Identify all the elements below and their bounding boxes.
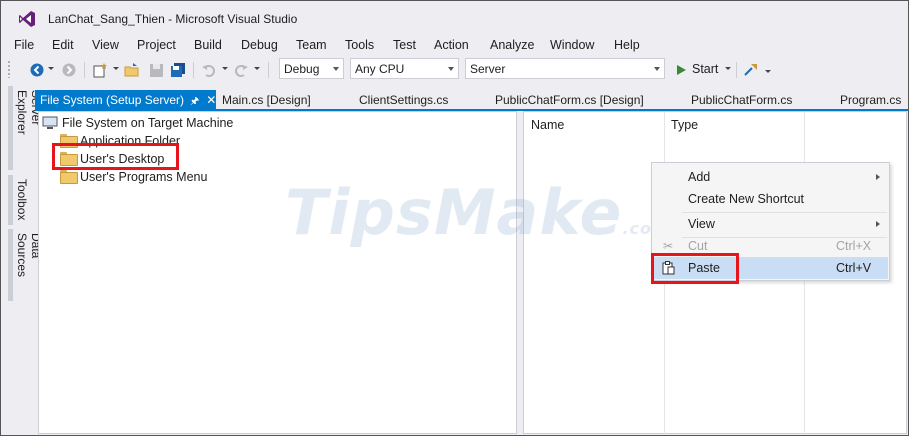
- chevron-down-icon: [654, 67, 660, 71]
- navigate-back-dropdown-icon[interactable]: [48, 67, 54, 70]
- solution-platform-select[interactable]: Any CPU: [350, 58, 459, 79]
- toolbar-separator: [84, 62, 85, 78]
- tab-main-design[interactable]: Main.cs [Design]: [222, 90, 311, 110]
- users-desktop-highlight-box: [52, 143, 179, 170]
- new-project-dropdown-icon[interactable]: [113, 67, 119, 70]
- column-header-type[interactable]: Type: [671, 118, 698, 132]
- undo-dropdown-icon[interactable]: [222, 67, 228, 70]
- tab-label: PublicChatForm.cs: [691, 93, 793, 107]
- start-button-label[interactable]: Start: [692, 62, 718, 76]
- startup-project-value: Server: [470, 62, 506, 76]
- startup-project-select[interactable]: Server: [465, 58, 665, 79]
- toolbar-separator: [193, 62, 194, 78]
- menu-window[interactable]: Window: [550, 38, 594, 52]
- side-tab-toolbox[interactable]: Toolbox: [8, 175, 29, 225]
- tab-label: Program.cs: [840, 93, 902, 107]
- menu-help[interactable]: Help: [614, 38, 640, 52]
- menu-team[interactable]: Team: [296, 38, 327, 52]
- menu-action[interactable]: Action: [434, 38, 469, 52]
- close-tab-icon[interactable]: ✕: [206, 93, 216, 107]
- menu-bar: File Edit View Project Build Debug Team …: [0, 34, 909, 56]
- menu-item-shortcut: Ctrl+X: [836, 239, 872, 253]
- menu-test[interactable]: Test: [393, 38, 416, 52]
- navigate-back-icon[interactable]: [29, 62, 45, 78]
- save-all-icon[interactable]: [170, 62, 186, 78]
- tab-label: ClientSettings.cs: [359, 93, 449, 107]
- tab-label: File System (Setup Server): [40, 93, 185, 107]
- menu-file[interactable]: File: [14, 38, 34, 52]
- submenu-arrow-icon: [876, 174, 880, 180]
- tab-label: Main.cs [Design]: [222, 93, 311, 107]
- menu-edit[interactable]: Edit: [52, 38, 74, 52]
- toolbar-options-icon[interactable]: [765, 70, 771, 73]
- tab-label: PublicChatForm.cs [Design]: [495, 93, 644, 107]
- side-tool-strip: Server Explorer Toolbox Data Sources: [0, 86, 43, 436]
- tree-root[interactable]: File System on Target Machine: [42, 114, 233, 132]
- solution-configuration-value: Debug: [284, 62, 320, 76]
- menu-debug[interactable]: Debug: [241, 38, 278, 52]
- menu-item-label: Create New Shortcut: [688, 192, 805, 206]
- tab-public-chat-form[interactable]: PublicChatForm.cs: [691, 90, 792, 110]
- undo-icon[interactable]: [201, 62, 217, 78]
- document-tab-strip: File System (Setup Server) 🖈 ✕ Main.cs [De…: [35, 90, 909, 110]
- tab-program[interactable]: Program.cs: [840, 90, 901, 110]
- menu-project[interactable]: Project: [137, 38, 176, 52]
- solution-platform-value: Any CPU: [355, 62, 405, 76]
- tree-item-users-programs-menu[interactable]: User's Programs Menu: [60, 168, 207, 186]
- open-file-icon[interactable]: [124, 62, 140, 78]
- menu-item-add[interactable]: Add: [653, 166, 888, 188]
- start-play-icon[interactable]: [673, 62, 689, 78]
- tree-item-label: User's Programs Menu: [80, 170, 208, 184]
- new-project-icon[interactable]: [92, 62, 108, 78]
- standard-toolbar: Debug Any CPU Server Start: [0, 56, 909, 84]
- browser-link-icon[interactable]: [743, 62, 759, 78]
- title-bar: LanChat_Sang_Thien - Microsoft Visual St…: [0, 0, 909, 34]
- menu-item-shortcut: Ctrl+V: [836, 261, 872, 275]
- save-icon[interactable]: [148, 62, 164, 78]
- tab-file-system-setup-server[interactable]: File System (Setup Server) 🖈 ✕: [35, 90, 216, 110]
- tab-public-chat-form-design[interactable]: PublicChatForm.cs [Design]: [495, 90, 644, 110]
- solution-configuration-select[interactable]: Debug: [279, 58, 344, 79]
- column-header-name[interactable]: Name: [531, 118, 564, 132]
- menu-item-label: View: [688, 217, 715, 231]
- redo-icon[interactable]: [233, 62, 249, 78]
- scissors-icon: ✂: [662, 239, 674, 253]
- chevron-down-icon: [333, 67, 339, 71]
- toolbar-separator: [268, 62, 269, 78]
- chevron-down-icon: [448, 67, 454, 71]
- toolbar-grip[interactable]: [7, 60, 11, 78]
- tab-client-settings[interactable]: ClientSettings.cs: [359, 90, 448, 110]
- menu-item-view[interactable]: View: [653, 213, 888, 235]
- visual-studio-logo-icon: [19, 11, 35, 27]
- menu-build[interactable]: Build: [194, 38, 222, 52]
- menu-view[interactable]: View: [92, 38, 119, 52]
- tree-root-label: File System on Target Machine: [62, 116, 234, 130]
- redo-dropdown-icon[interactable]: [254, 67, 260, 70]
- menu-item-create-new-shortcut[interactable]: Create New Shortcut: [653, 188, 888, 210]
- start-dropdown-icon[interactable]: [725, 67, 731, 70]
- menu-tools[interactable]: Tools: [345, 38, 374, 52]
- window-title: LanChat_Sang_Thien - Microsoft Visual St…: [48, 12, 298, 26]
- submenu-arrow-icon: [876, 221, 880, 227]
- menu-item-label: Add: [688, 170, 711, 184]
- navigate-forward-icon[interactable]: [61, 62, 77, 78]
- menu-item-label: Cut: [688, 239, 708, 253]
- computer-icon: [42, 116, 58, 129]
- menu-analyze[interactable]: Analyze: [490, 38, 534, 52]
- paste-highlight-box: [651, 253, 739, 284]
- toolbar-separator: [736, 62, 737, 78]
